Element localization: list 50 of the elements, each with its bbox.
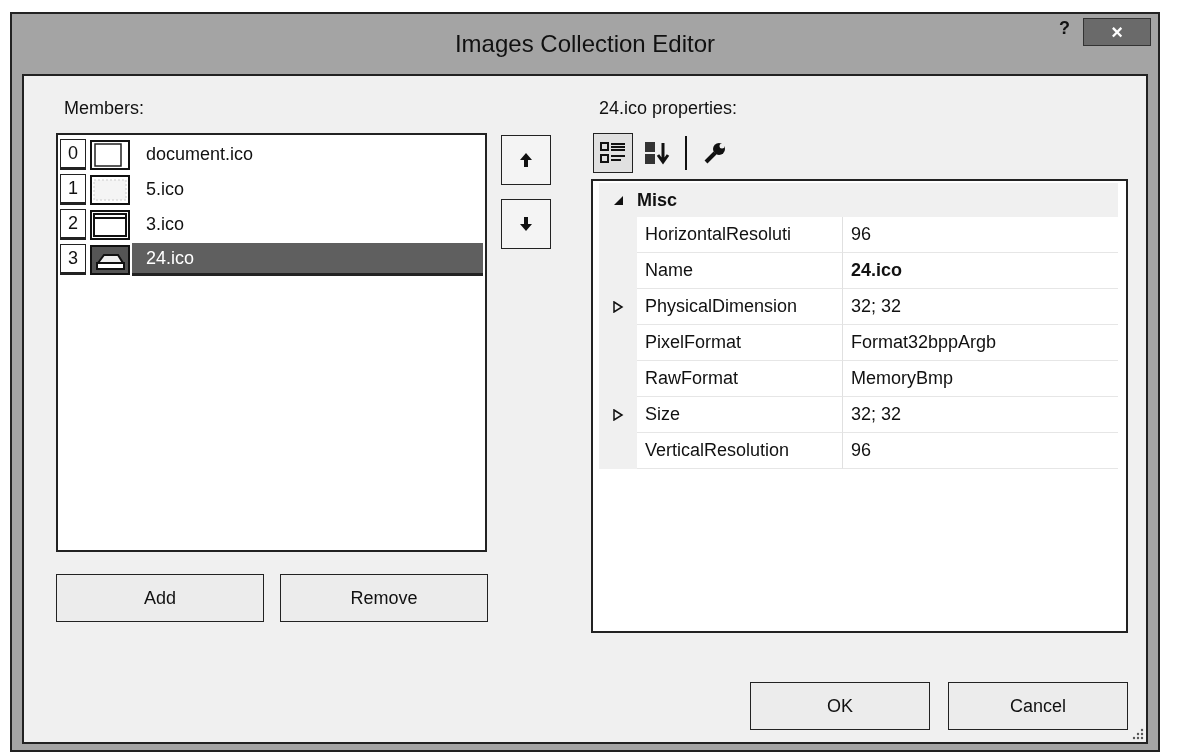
up-arrow-icon — [520, 153, 532, 167]
index-label: 1 — [60, 174, 86, 205]
window-title: Images Collection Editor — [454, 30, 716, 58]
resize-grip-icon[interactable] — [1132, 728, 1144, 740]
member-name: 5.ico — [145, 178, 186, 201]
index-label: 0 — [60, 139, 86, 170]
move-up-button[interactable] — [501, 135, 551, 185]
property-name[interactable]: Name — [637, 253, 843, 289]
dialog-button[interactable]: Cancel — [948, 682, 1128, 730]
member-item[interactable]: 0 document.ico — [60, 137, 483, 172]
category-name: Misc — [637, 189, 678, 211]
property-value[interactable]: 32; 32 — [843, 289, 1118, 325]
index-label: 2 — [60, 209, 86, 240]
property-name[interactable]: PixelFormat — [637, 325, 843, 361]
list-action-button[interactable]: Remove — [280, 574, 488, 622]
property-value[interactable]: 96 — [843, 217, 1118, 253]
property-value[interactable]: 24.ico — [843, 253, 1118, 289]
expand-icon[interactable] — [612, 301, 624, 313]
members-label: Members: — [64, 98, 145, 119]
category-row[interactable]: Misc — [599, 183, 1118, 217]
down-arrow-icon — [520, 217, 532, 231]
sort-icon — [643, 140, 671, 166]
member-name: document.ico — [145, 143, 255, 166]
property-value[interactable]: Format32bppArgb — [843, 325, 1118, 361]
member-item[interactable]: 2 3.ico — [60, 207, 483, 242]
list-icon — [599, 140, 627, 166]
list-action-button[interactable]: Add — [56, 574, 264, 622]
window-icon — [90, 174, 130, 205]
index-label: 3 — [60, 244, 86, 275]
close-button[interactable]: × — [1083, 18, 1151, 46]
member-name: 24.ico — [132, 243, 483, 276]
move-down-button[interactable] — [501, 199, 551, 249]
help-button[interactable]: ? — [1059, 18, 1070, 39]
property-name[interactable]: Size — [637, 397, 843, 433]
member-name: 3.ico — [145, 213, 186, 236]
property-value[interactable]: 32; 32 — [843, 397, 1118, 433]
property-value[interactable]: MemoryBmp — [843, 361, 1118, 397]
categorized-button[interactable] — [593, 133, 633, 173]
property-name[interactable]: PhysicalDimension — [637, 289, 843, 325]
member-item[interactable]: 3 24.ico — [60, 242, 483, 277]
property-name[interactable]: VerticalResolution — [637, 433, 843, 469]
property-name[interactable]: HorizontalResoluti — [637, 217, 843, 253]
window-icon — [90, 209, 130, 240]
member-item[interactable]: 1 5.ico — [60, 172, 483, 207]
property-value[interactable]: 96 — [843, 433, 1118, 469]
properties-label: 24.ico properties: — [599, 98, 739, 119]
collapse-icon[interactable] — [612, 194, 624, 206]
property-name[interactable]: RawFormat — [637, 361, 843, 397]
expand-icon[interactable] — [612, 409, 624, 421]
dialog-button[interactable]: OK — [750, 682, 930, 730]
